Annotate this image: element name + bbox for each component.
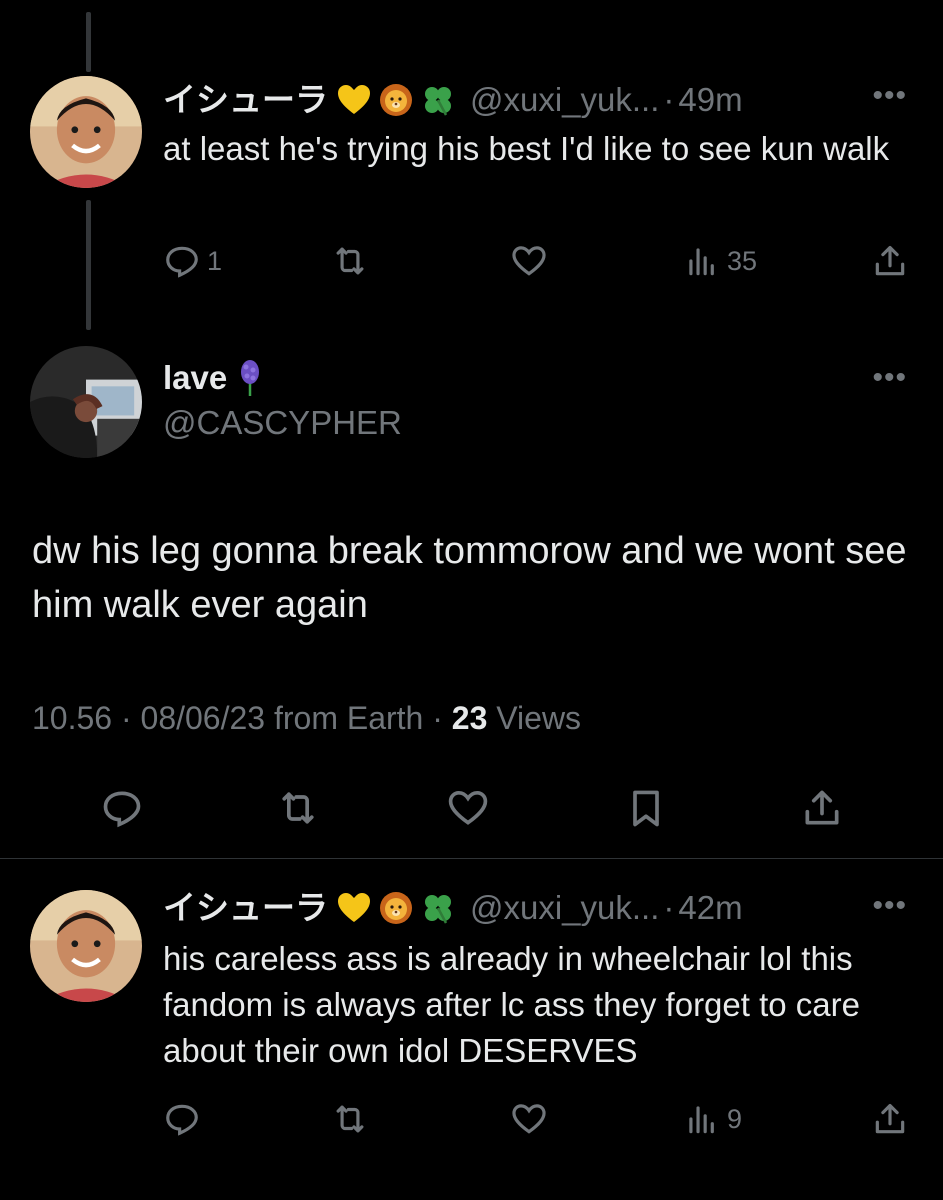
lion-icon (380, 892, 412, 924)
thread-line-top (86, 12, 91, 72)
hyacinth-icon (241, 360, 260, 396)
divider (0, 858, 943, 859)
timestamp[interactable]: 10.56 · 08/06/23 from Earth · (32, 700, 452, 736)
reply-icon (166, 246, 198, 278)
avatar[interactable] (30, 890, 142, 1002)
views-icon (689, 1106, 714, 1134)
thread-line-bottom (86, 200, 91, 330)
like-icon (512, 246, 546, 276)
separator-dot: · (663, 889, 675, 926)
reply-button[interactable] (163, 1100, 207, 1138)
handle[interactable]: @CASCYPHER (163, 404, 402, 442)
retweet-button[interactable] (331, 242, 369, 280)
like-button[interactable] (510, 242, 548, 280)
tweet-meta: 10.56 · 08/06/23 from Earth · 23 Views (32, 700, 581, 737)
retweet-icon (282, 792, 314, 824)
lion-icon (380, 84, 412, 116)
timestamp[interactable]: 49m (678, 80, 742, 120)
emoji-badges (336, 890, 456, 926)
four-leaf-clover-icon (425, 895, 451, 924)
share-icon (875, 245, 905, 276)
share-button[interactable] (800, 786, 844, 830)
tweet-text: dw his leg gonna break tommorow and we w… (32, 530, 907, 626)
views-count: 35 (727, 245, 758, 276)
timestamp[interactable]: 42m (678, 888, 742, 928)
yellow-heart-icon (338, 85, 370, 114)
like-icon (512, 1104, 546, 1134)
like-button[interactable] (510, 1100, 548, 1138)
yellow-heart-icon (338, 893, 370, 922)
share-icon (875, 1103, 905, 1134)
main-action-bar (0, 786, 943, 832)
tweet-text: his careless ass is already in wheelchai… (163, 940, 860, 1069)
display-name[interactable]: lave (163, 359, 227, 397)
display-name[interactable]: イシューラ (163, 80, 328, 120)
more-options-icon[interactable]: ••• (872, 81, 907, 111)
handle[interactable]: @xuxi_yuk... (470, 888, 659, 928)
emoji-badges (336, 82, 456, 118)
avatar[interactable] (30, 76, 142, 188)
bookmark-icon (633, 790, 659, 827)
reply-button[interactable]: 1 (163, 242, 222, 280)
four-leaf-clover-icon (425, 87, 451, 116)
reply-button[interactable] (100, 786, 144, 830)
share-button[interactable] (871, 242, 909, 280)
separator-dot: · (663, 81, 675, 118)
retweet-icon (336, 1105, 364, 1133)
views-count: 9 (727, 1103, 743, 1134)
retweet-button[interactable] (276, 786, 320, 830)
reply-count: 1 (207, 245, 223, 276)
share-button[interactable] (871, 1100, 909, 1138)
avatar[interactable] (30, 346, 142, 458)
like-button[interactable] (446, 786, 490, 830)
tweet-header: イシューラ @xuxi_yuk... · 49m (163, 80, 743, 120)
more-options-icon[interactable]: ••• (872, 363, 907, 393)
tweet-text: at least he's trying his best I'd like t… (163, 130, 890, 167)
reply-icon (166, 1104, 198, 1136)
reply-icon (103, 791, 141, 828)
action-bar: 9 (163, 1100, 911, 1140)
views-icon (689, 248, 714, 276)
main-display-name-row: lave (163, 358, 265, 398)
views-button[interactable]: 35 (683, 242, 757, 280)
views-count[interactable]: 23 (452, 700, 488, 736)
like-icon (448, 790, 488, 825)
tweet-header: イシューラ @xuxi_yuk... · 42m (163, 888, 743, 928)
retweet-icon (336, 247, 364, 275)
handle[interactable]: @xuxi_yuk... (470, 80, 659, 120)
views-label[interactable]: Views (487, 700, 581, 736)
views-button[interactable]: 9 (683, 1100, 742, 1138)
share-icon (805, 790, 839, 825)
retweet-button[interactable] (331, 1100, 369, 1138)
bookmark-button[interactable] (624, 786, 668, 830)
display-name[interactable]: イシューラ (163, 888, 328, 928)
action-bar: 1 35 (163, 242, 911, 282)
more-options-icon[interactable]: ••• (872, 891, 907, 921)
